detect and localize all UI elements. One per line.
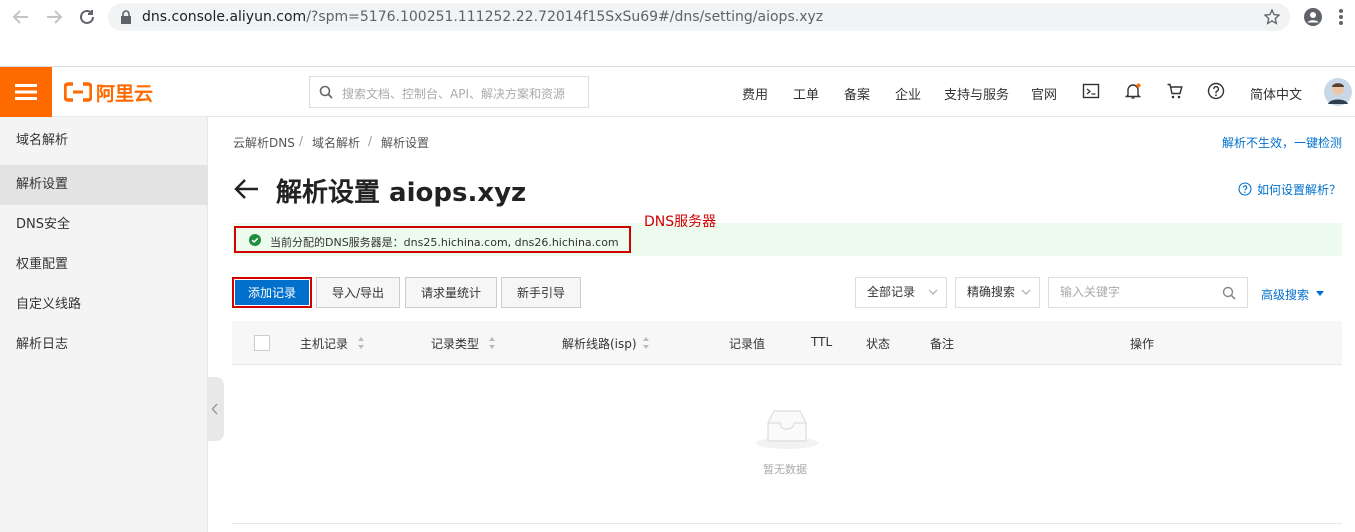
column-host-record: 主机记录 [300,337,349,351]
url-text: dns.console.aliyun.com/?spm=5176.100251.… [142,9,824,25]
sidebar-item-weight-config[interactable]: 权重配置 [0,245,208,285]
sort-icon[interactable] [488,336,496,350]
hamburger-menu-icon[interactable] [0,67,52,117]
sort-icon[interactable] [357,336,365,350]
search-icon [319,85,333,99]
cart-icon[interactable] [1166,82,1186,102]
column-ttl: TTL [811,335,833,349]
import-export-button[interactable]: 导入/导出 [316,277,400,308]
sidebar-item-custom-lines[interactable]: 自定义线路 [0,285,208,325]
chevron-down-icon [1021,288,1031,296]
logo-text: 阿里云 [96,82,154,105]
sidebar-item-dns-security[interactable]: DNS安全 [0,205,208,245]
search-placeholder: 搜索文档、控制台、API、解决方案和资源 [342,87,565,101]
select-all-checkbox[interactable] [254,335,270,351]
bell-icon[interactable] [1124,82,1144,102]
nav-enterprise[interactable]: 企业 [895,84,921,103]
back-arrow-icon[interactable] [233,177,259,201]
console-header: 阿里云 搜索文档、控制台、API、解决方案和资源 费用 工单 备案 企业 支持与… [0,67,1355,117]
column-resolution-line: 解析线路(isp) [562,337,637,351]
address-bar[interactable]: dns.console.aliyun.com/?spm=5176.100251.… [108,3,1290,31]
back-arrow-icon[interactable] [10,6,32,28]
chevron-left-icon [211,403,219,415]
search-mode-value: 精确搜索 [967,285,1016,299]
record-type-filter-value: 全部记录 [867,285,916,299]
advanced-search-label: 高级搜索 [1261,288,1310,302]
chevron-down-icon [928,288,938,296]
sidebar-item-resolution-logs[interactable]: 解析日志 [0,325,208,365]
sidebar-item-resolution-settings[interactable]: 解析设置 [0,165,208,205]
search-mode-select[interactable]: 精确搜索 [955,277,1040,308]
column-record-type: 记录类型 [431,337,480,351]
dns-notice-text: 当前分配的DNS服务器是：dns25.hichina.com, dns26.hi… [270,236,619,249]
nav-fees[interactable]: 费用 [742,84,768,103]
sidebar-item-domain-resolution[interactable]: 域名解析 [0,121,208,161]
sidebar-collapse-handle[interactable] [208,377,224,441]
breadcrumb-item-cloud-dns[interactable]: 云解析DNS [233,134,295,151]
empty-state-text: 暂无数据 [763,463,807,476]
request-stats-button[interactable]: 请求量统计 [405,277,497,308]
aliyun-logo[interactable]: 阿里云 [64,79,153,105]
nav-filing[interactable]: 备案 [844,84,870,103]
breadcrumb-item-resolution-settings: 解析设置 [381,136,430,150]
resolution-check-link[interactable]: 解析不生效，一键检测 [1222,134,1342,151]
help-circle-icon[interactable] [1207,82,1227,102]
keyword-search-input[interactable]: 输入关键字 [1048,277,1248,308]
forward-arrow-icon[interactable] [43,6,65,28]
avatar[interactable] [1324,78,1352,106]
question-circle-icon[interactable] [1238,182,1252,196]
column-remark: 备注 [930,337,955,351]
browser-chrome: dns.console.aliyun.com/?spm=5176.100251.… [0,0,1355,67]
column-record-value: 记录值 [729,337,766,351]
table-header: 主机记录 记录类型 解析线路(isp) 记录值 TTL 状态 备注 操作 [232,321,1342,365]
empty-inbox-icon [754,405,820,451]
global-search-input[interactable]: 搜索文档、控制台、API、解决方案和资源 [309,76,589,108]
bookmark-star-icon[interactable] [1264,9,1280,25]
reload-icon[interactable] [76,6,98,28]
help-link[interactable]: 如何设置解析？ [1257,181,1341,198]
column-actions: 操作 [1130,337,1155,351]
aliyun-logo-icon [64,82,92,102]
nav-tickets[interactable]: 工单 [793,84,819,103]
language-switch[interactable]: 简体中文 [1250,84,1302,103]
terminal-icon[interactable] [1082,82,1102,102]
beginner-guide-button[interactable]: 新手引导 [501,277,581,308]
caret-down-icon[interactable] [1315,290,1325,297]
advanced-search-link[interactable]: 高级搜索 [1261,286,1309,303]
account-icon[interactable] [1302,6,1324,28]
left-sidebar: 域名解析 解析设置 DNS安全 权重配置 自定义线路 解析日志 [0,117,208,532]
dns-annotation-label: DNS服务器 [644,214,717,230]
check-circle-icon [249,234,261,246]
lock-icon [120,10,132,24]
add-record-button[interactable]: 添加记录 [232,277,312,308]
browser-menu-icon[interactable] [1330,6,1352,28]
sort-icon[interactable] [642,336,650,350]
table-bottom-border [232,523,1342,524]
nav-support[interactable]: 支持与服务 [944,84,1009,103]
breadcrumb-separator: / [299,134,304,148]
keyword-placeholder: 输入关键字 [1060,285,1121,299]
search-icon[interactable] [1222,286,1236,300]
record-type-filter[interactable]: 全部记录 [855,277,947,308]
breadcrumb-separator: / [368,134,373,148]
page-title: 解析设置 aiops.xyz [276,178,527,208]
breadcrumb-item-domain-resolution[interactable]: 域名解析 [312,134,360,151]
dns-notice-highlight: 当前分配的DNS服务器是：dns25.hichina.com, dns26.hi… [234,226,631,253]
nav-official-site[interactable]: 官网 [1031,84,1057,103]
column-status: 状态 [866,337,891,351]
